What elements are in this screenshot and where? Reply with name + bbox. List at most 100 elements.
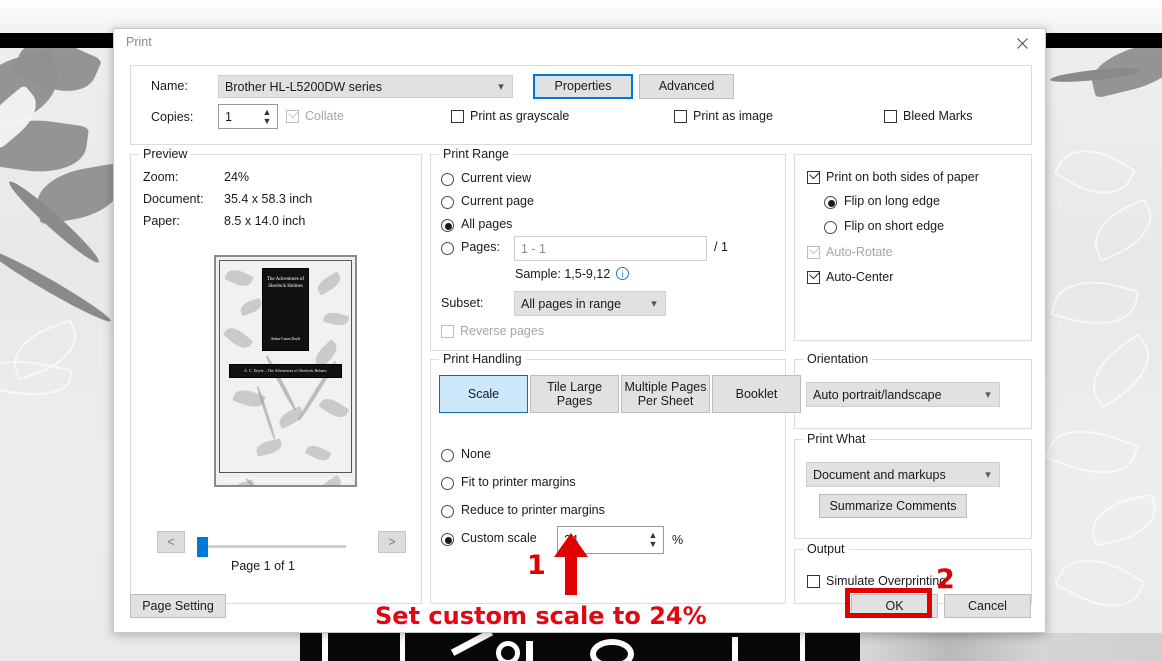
copies-value: 1 [225, 109, 232, 124]
preview-page-slider-track[interactable] [199, 545, 346, 548]
print-what-group: Print What Document and markups ▾ Summar… [794, 432, 1032, 539]
orientation-group: Orientation Auto portrait/landscape ▾ [794, 352, 1032, 429]
tab-multiple-pages-per-sheet[interactable]: Multiple Pages Per Sheet [621, 375, 710, 413]
preview-page-slider-thumb[interactable] [197, 537, 208, 557]
preview-legend: Preview [139, 147, 192, 161]
bleed-marks-checkbox[interactable] [884, 110, 897, 123]
chevron-down-icon: ▾ [985, 469, 991, 481]
tab-tile-large-pages-label: Tile Large Pages [546, 379, 603, 408]
preview-next-button[interactable]: > [378, 531, 406, 553]
print-what-value: Document and markups [813, 467, 946, 482]
print-what-combobox[interactable]: Document and markups ▾ [806, 462, 1000, 487]
output-legend: Output [803, 542, 849, 556]
chevron-down-icon: ▾ [985, 389, 991, 401]
simulate-overprinting-checkbox[interactable] [807, 575, 820, 588]
preview-page-surface: The Adventures of Sherlock Holmes Arthur… [216, 257, 355, 485]
radio-fit-to-printer-margins[interactable] [441, 477, 454, 490]
preview-spine-author: Arthur Conan Doyle [270, 337, 301, 341]
summarize-comments-button[interactable]: Summarize Comments [819, 494, 967, 518]
ok-button-highlight [845, 588, 932, 618]
print-both-sides-label: Print on both sides of paper [826, 170, 979, 184]
print-both-sides-checkbox[interactable] [807, 168, 820, 184]
close-icon[interactable] [1000, 29, 1045, 57]
properties-button[interactable]: Properties [533, 74, 633, 99]
auto-center-checkbox[interactable] [807, 268, 820, 284]
tab-multiple-pages-per-sheet-label: Multiple Pages Per Sheet [624, 379, 707, 408]
duplex-section: Print on both sides of paper Flip on lon… [794, 154, 1032, 341]
annotation-step-1: 1 [527, 550, 546, 581]
auto-rotate-label: Auto-Rotate [826, 245, 893, 259]
annotation-arrow-up [552, 533, 590, 600]
reverse-pages-checkbox[interactable] [441, 325, 454, 338]
preview-document-value: 35.4 x 58.3 inch [224, 192, 313, 206]
orientation-combobox[interactable]: Auto portrait/landscape ▾ [806, 382, 1000, 407]
radio-custom-scale-label: Custom scale [461, 531, 537, 545]
subset-value: All pages in range [521, 296, 622, 311]
radio-current-view-label: Current view [461, 171, 532, 185]
radio-scale-none[interactable] [441, 449, 454, 462]
radio-custom-scale[interactable] [441, 533, 454, 546]
custom-scale-spinner-buttons[interactable]: ▲ ▼ [643, 527, 663, 553]
advanced-button[interactable]: Advanced [639, 74, 734, 99]
subset-combobox[interactable]: All pages in range ▾ [514, 291, 666, 316]
radio-flip-long-edge-label: Flip on long edge [844, 194, 940, 208]
bleed-marks-label: Bleed Marks [903, 109, 973, 123]
orientation-value: Auto portrait/landscape [813, 387, 942, 402]
preview-page-status: Page 1 of 1 [231, 559, 295, 573]
tab-booklet[interactable]: Booklet [712, 375, 801, 413]
preview-prev-label: < [167, 534, 175, 549]
auto-rotate-checkbox[interactable] [807, 243, 820, 259]
annotation-instruction: Set custom scale to 24% [375, 602, 707, 630]
preview-zoom-value: 24% [224, 170, 250, 184]
cancel-button[interactable]: Cancel [944, 594, 1031, 618]
printer-name-label: Name: [151, 79, 188, 93]
info-icon[interactable]: i [616, 267, 629, 280]
collate-checkbox[interactable] [286, 107, 299, 123]
cancel-button-label: Cancel [968, 598, 1007, 613]
print-as-grayscale-label: Print as grayscale [470, 109, 570, 123]
radio-flip-short-edge[interactable] [824, 221, 837, 234]
radio-current-page[interactable] [441, 196, 454, 209]
pages-sample-text: Sample: 1,5-9,12 [515, 267, 611, 281]
preview-spine-title: The Adventures of Sherlock Holmes [266, 277, 305, 289]
copies-stepper[interactable]: 1 ▲ ▼ [218, 104, 278, 129]
radio-current-view[interactable] [441, 173, 454, 186]
preview-next-label: > [388, 534, 396, 549]
preview-title-band: A. C. Doyle – The Adventures of Sherlock… [229, 364, 342, 378]
radio-reduce-to-printer-margins-label: Reduce to printer margins [461, 503, 605, 517]
printer-name-combobox[interactable]: Brother HL-L5200DW series ▾ [218, 75, 513, 98]
preview-prev-button[interactable]: < [157, 531, 185, 553]
radio-pages[interactable] [441, 242, 454, 255]
print-as-image-checkbox[interactable] [674, 110, 687, 123]
radio-pages-label: Pages: [461, 240, 500, 254]
print-range-group: Print Range Current view Current page Al… [430, 147, 786, 351]
chevron-down-icon: ▾ [651, 298, 657, 310]
tab-scale[interactable]: Scale [439, 375, 528, 413]
preview-paper-value: 8.5 x 14.0 inch [224, 214, 306, 228]
background-strip-right [860, 633, 1162, 661]
radio-flip-long-edge[interactable] [824, 196, 837, 209]
background-dark-band-bottom [300, 629, 860, 661]
subset-label: Subset: [441, 296, 484, 310]
tab-tile-large-pages[interactable]: Tile Large Pages [530, 375, 619, 413]
print-as-grayscale-checkbox[interactable] [451, 110, 464, 123]
radio-current-page-label: Current page [461, 194, 534, 208]
pages-range-input[interactable]: 1 - 1 [514, 236, 707, 261]
page-setting-button[interactable]: Page Setting [130, 594, 226, 618]
print-handling-legend: Print Handling [439, 352, 526, 366]
radio-all-pages[interactable] [441, 219, 454, 232]
reverse-pages-label: Reverse pages [460, 324, 545, 338]
preview-spine-block: The Adventures of Sherlock Holmes Arthur… [261, 268, 310, 351]
print-as-image-label: Print as image [693, 109, 773, 123]
radio-reduce-to-printer-margins[interactable] [441, 505, 454, 518]
collate-label: Collate [305, 109, 344, 123]
copies-spinner-buttons[interactable]: ▲ ▼ [257, 105, 277, 128]
copies-label: Copies: [151, 110, 194, 124]
orientation-legend: Orientation [803, 352, 873, 366]
radio-all-pages-label: All pages [461, 217, 513, 231]
summarize-comments-label: Summarize Comments [829, 498, 957, 513]
print-what-legend: Print What [803, 432, 870, 446]
advanced-button-label: Advanced [658, 79, 715, 94]
printer-name-value: Brother HL-L5200DW series [225, 79, 383, 94]
pages-total-label: / 1 [714, 240, 728, 254]
